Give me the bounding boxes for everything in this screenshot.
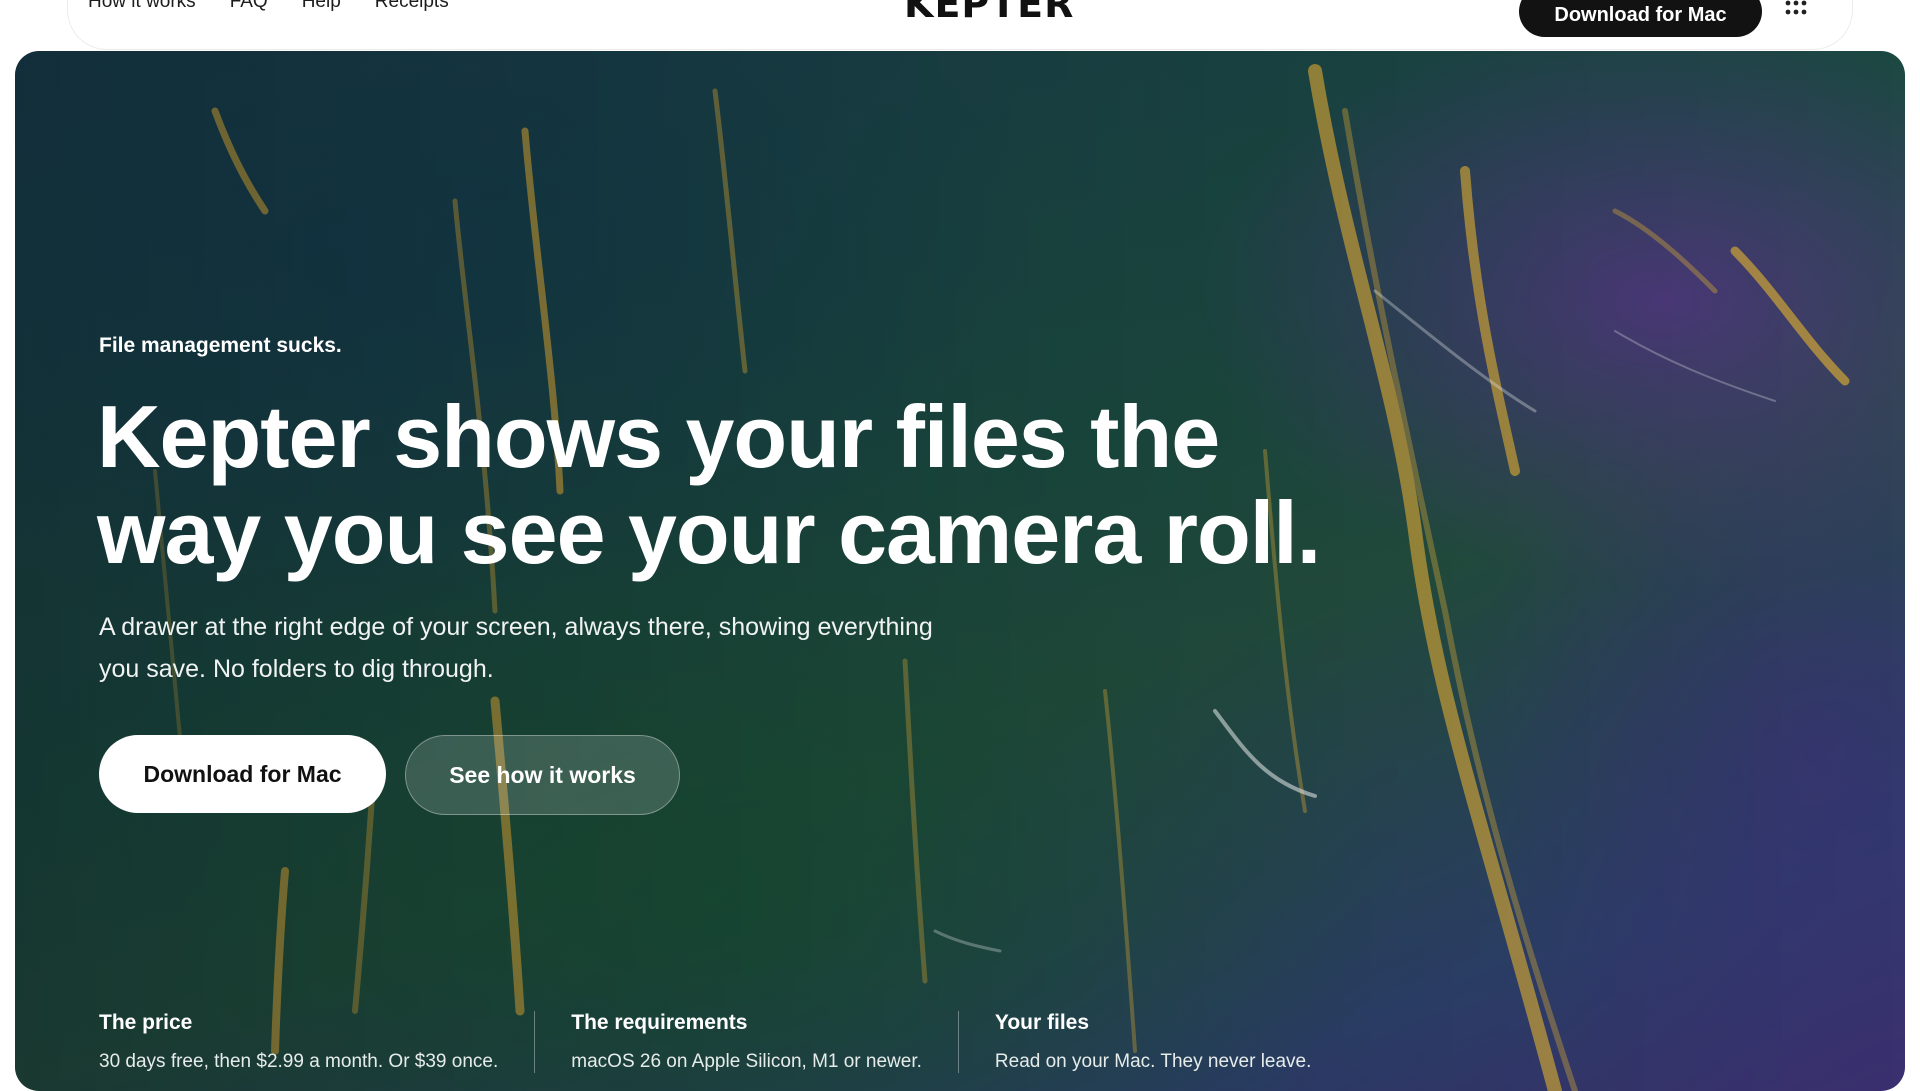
fact-title: Your files [994,1011,1090,1034]
nav-link-receipts[interactable]: Receipts [375,0,449,13]
grid-dots-icon [1785,0,1807,15]
hero-subtext: A drawer at the right edge of your scree… [99,613,933,683]
top-navigation: How it works FAQ Help Receipts KEPTER Do… [67,0,1853,50]
nav-link-help[interactable]: Help [302,0,341,13]
see-how-it-works-button[interactable]: See how it works [405,735,680,815]
fact-requirements: The requirements macOS 26 on Apple Silic… [534,1011,958,1073]
hero-headline: Kepter shows your files the way you see … [97,389,1397,581]
hero-section: File management sucks. Kepter shows your… [15,51,1905,1091]
fact-text: 30 days free, then $2.99 a month. Or $39… [99,1051,499,1072]
nav-link-how-it-works[interactable]: How it works [88,0,196,13]
fact-title: The price [99,1011,193,1034]
fact-your-files: Your files Read on your Mac. They never … [957,1011,1348,1073]
kepter-logo[interactable]: KEPTER [904,0,1074,26]
nav-links: How it works FAQ Help Receipts [88,0,449,13]
download-for-mac-button[interactable]: Download for Mac [99,735,386,813]
fact-text: Read on your Mac. They never leave. [994,1051,1312,1072]
headline-line-2: way you see your camera roll. [97,483,1321,582]
hero-eyebrow: File management sucks. [99,334,342,357]
nav-download-button[interactable]: Download for Mac [1519,0,1762,37]
fact-text: macOS 26 on Apple Silicon, M1 or newer. [571,1051,922,1072]
nav-link-faq[interactable]: FAQ [230,0,268,13]
headline-line-1: Kepter shows your files the [97,387,1220,486]
facts-row: The price 30 days free, then $2.99 a mon… [99,1011,1347,1073]
menu-button[interactable] [1776,0,1816,26]
fact-title: The requirements [571,1011,748,1034]
fact-price: The price 30 days free, then $2.99 a mon… [99,1011,534,1073]
